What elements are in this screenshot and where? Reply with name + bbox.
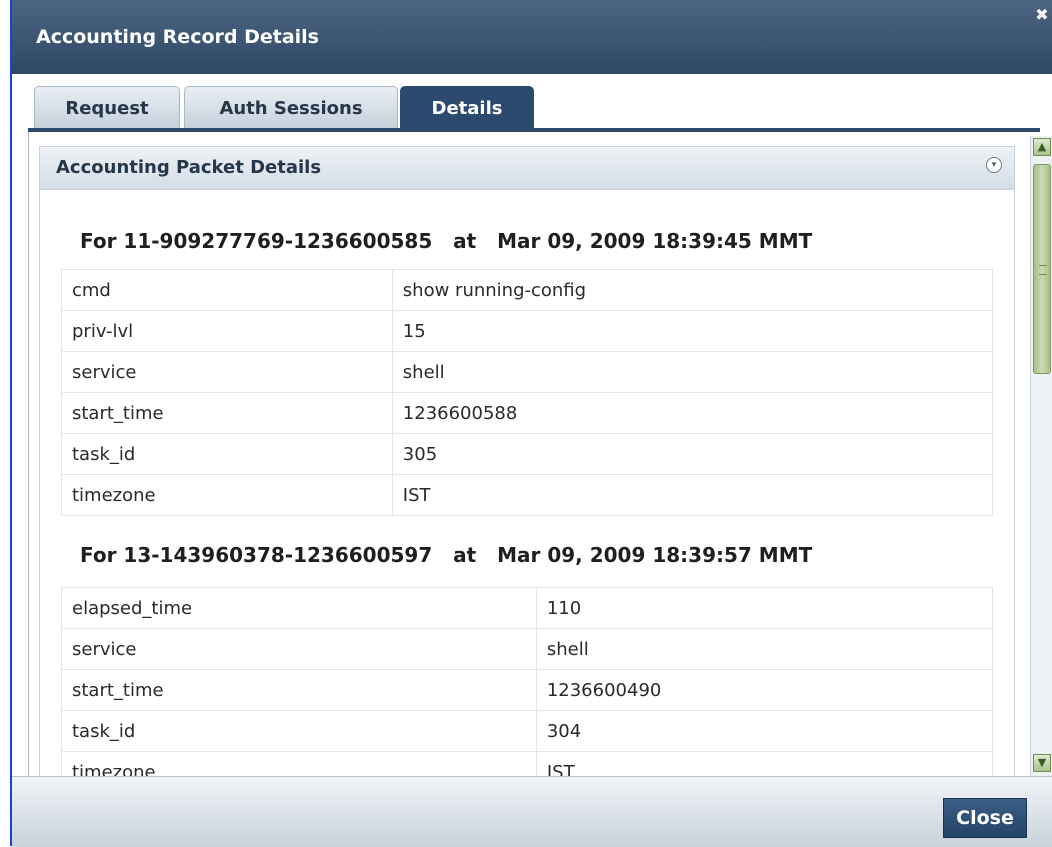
table-row: task_id 304 [61,710,994,752]
record-table: elapsed_time 110 service shell start_time 1… [61,587,994,776]
scroll-up-icon[interactable]: ▲ [1033,138,1051,156]
tab-bar: Request Auth Sessions Details [12,74,1052,130]
table-row: start_time 1236600588 [61,392,994,434]
value-cell: shell [391,351,994,393]
dialog-title: Accounting Record Details [36,26,319,48]
key-cell: priv-lvl [61,310,393,352]
key-cell: service [61,351,393,393]
value-cell: 304 [535,710,994,752]
key-cell: task_id [61,710,537,752]
value-cell: 305 [391,433,994,475]
scroll-down-icon[interactable]: ▼ [1033,754,1051,772]
key-cell: timezone [61,474,393,516]
dialog-titlebar: Accounting Record Details ✖ [12,0,1052,74]
value-cell: shell [535,628,994,670]
value-cell: 1236600490 [535,669,994,711]
key-cell: timezone [61,751,537,776]
dialog-footer: Close [12,776,1052,847]
scrollbar-thumb[interactable] [1033,164,1051,374]
value-cell: 15 [391,310,994,352]
key-cell: cmd [61,269,393,311]
panel-title: Accounting Packet Details [56,157,322,178]
record-header: For 13-143960378-1236600597 at Mar 09, 2… [80,543,813,567]
accounting-packet-panel: Accounting Packet Details ▾ For 11-90927… [39,146,1015,776]
record-header: For 11-909277769-1236600585 at Mar 09, 2… [80,229,813,253]
table-row: timezone IST [61,474,994,516]
key-cell: service [61,628,537,670]
close-icon[interactable]: ✖ [1032,5,1052,25]
value-cell: IST [535,751,994,776]
close-button[interactable]: Close [943,798,1027,838]
table-row: service shell [61,351,994,393]
table-row: priv-lvl 15 [61,310,994,352]
table-row: cmd show running-config [61,269,994,311]
vertical-scrollbar[interactable]: ▲ ▼ [1030,136,1052,776]
tab-details[interactable]: Details [400,86,534,130]
key-cell: start_time [61,392,393,434]
tab-auth-sessions[interactable]: Auth Sessions [184,86,398,128]
table-row: start_time 1236600490 [61,669,994,711]
table-row: service shell [61,628,994,670]
key-cell: task_id [61,433,393,475]
chevron-down-circle-icon[interactable]: ▾ [986,157,1002,173]
accounting-record-dialog: Accounting Record Details ✖ Request Auth… [10,0,1052,847]
table-row: task_id 305 [61,433,994,475]
key-cell: start_time [61,669,537,711]
table-row: timezone IST [61,751,994,776]
key-cell: elapsed_time [61,587,537,629]
table-row: elapsed_time 110 [61,587,994,629]
value-cell: show running-config [391,269,994,311]
value-cell: 110 [535,587,994,629]
panel-header: Accounting Packet Details ▾ [40,147,1014,190]
value-cell: IST [391,474,994,516]
value-cell: 1236600588 [391,392,994,434]
record-table: cmd show running-config priv-lvl 15 servic… [61,269,994,516]
grip-icon [1039,265,1047,275]
tab-request[interactable]: Request [34,86,180,128]
details-content: Accounting Packet Details ▾ For 11-90927… [28,132,1031,776]
